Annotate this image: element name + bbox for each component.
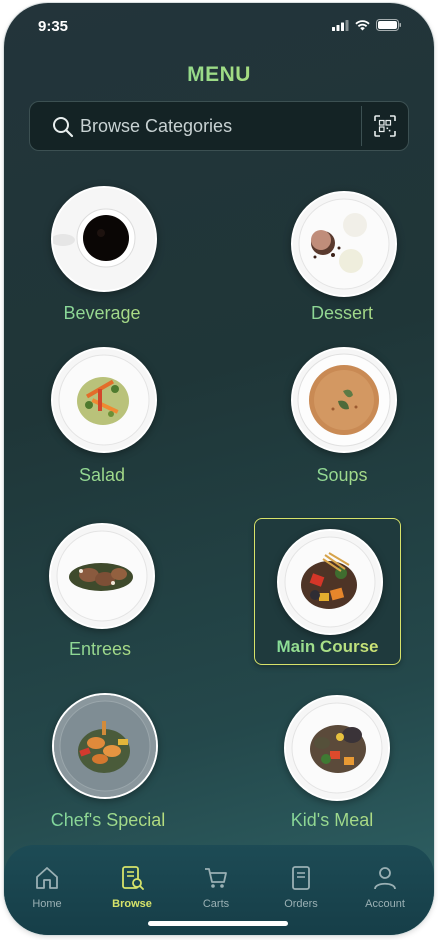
browse-icon — [122, 866, 144, 890]
status-icons — [332, 19, 402, 31]
beverage-image — [51, 186, 157, 292]
signal-icon — [332, 19, 349, 31]
category-label: Entrees — [10, 639, 190, 660]
search-bar[interactable] — [29, 101, 409, 151]
category-label: Soups — [252, 465, 432, 486]
nav-item-orders[interactable]: Orders — [266, 865, 336, 910]
category-label: Salad — [12, 465, 192, 486]
category-main-course[interactable]: Main Course — [254, 518, 401, 665]
home-icon — [36, 867, 58, 889]
category-label: Main Course — [255, 637, 400, 657]
soups-image — [291, 347, 397, 453]
page-title: MENU — [4, 63, 434, 87]
nav-item-home[interactable]: Home — [12, 865, 82, 910]
wifi-icon — [355, 19, 370, 30]
nav-item-carts[interactable]: Carts — [181, 865, 251, 910]
kids-meal-image — [284, 695, 390, 801]
search-input[interactable] — [80, 102, 350, 150]
qr-scan-icon[interactable] — [374, 115, 396, 137]
status-time: 9:35 — [38, 18, 69, 35]
search-icon — [53, 117, 74, 138]
category-label: Chef's Special — [18, 810, 198, 831]
nav-label: Carts — [202, 898, 230, 910]
nav-label: Orders — [284, 898, 318, 910]
salad-image — [51, 347, 157, 453]
nav-label: Account — [365, 898, 405, 910]
nav-item-browse[interactable]: Browse — [97, 865, 167, 910]
category-label: Kid's Meal — [242, 810, 422, 831]
category-label: Beverage — [12, 303, 192, 324]
nav-label: Home — [32, 898, 62, 910]
nav-item-account[interactable]: Account — [350, 865, 420, 910]
home-indicator[interactable] — [148, 921, 288, 926]
search-divider — [361, 106, 362, 146]
cart-icon — [205, 868, 227, 888]
orders-icon — [292, 866, 310, 890]
category-label: Dessert — [252, 303, 432, 324]
phone-screen: 9:35 MENU Browse Categories Beverage Des… — [4, 3, 434, 935]
entrees-image — [49, 523, 155, 629]
chefs-special-image — [52, 693, 158, 799]
status-bar: 9:35 — [4, 3, 434, 51]
main-course-image — [277, 529, 383, 635]
nav-label: Browse — [112, 898, 152, 910]
battery-icon — [376, 19, 401, 31]
dessert-image — [291, 191, 397, 297]
account-icon — [374, 867, 396, 890]
